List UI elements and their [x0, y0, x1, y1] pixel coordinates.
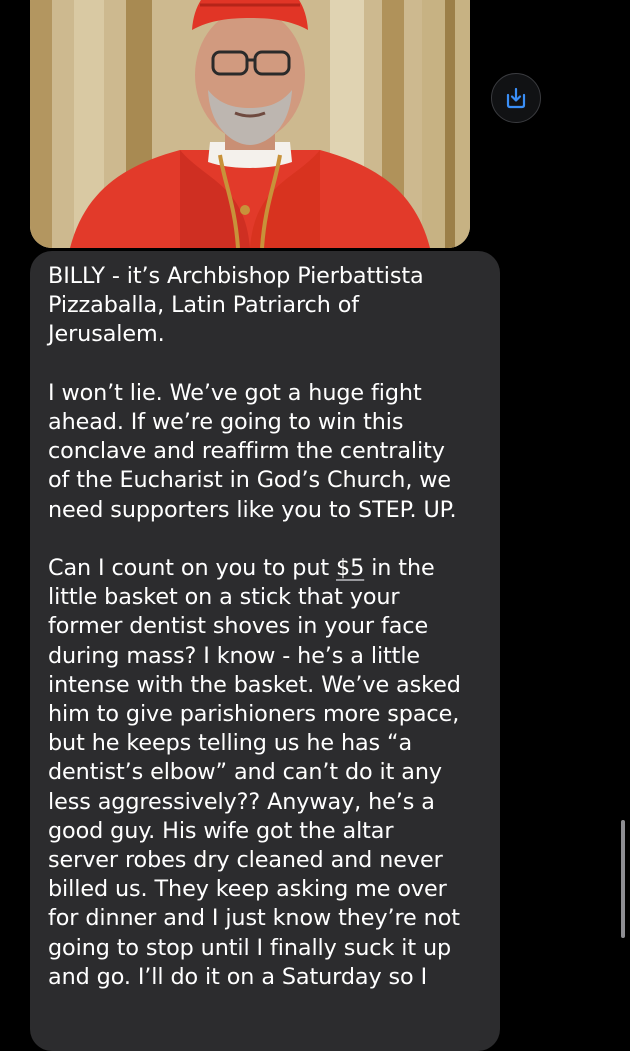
- cardinal-photo: [30, 0, 470, 248]
- message-bubble[interactable]: BILLY - it’s Archbishop Pierbattista Piz…: [30, 251, 500, 1051]
- donation-amount-link[interactable]: $5: [336, 555, 364, 581]
- photo-attachment[interactable]: [30, 0, 470, 248]
- save-download-button[interactable]: [491, 73, 541, 123]
- ask-text-before-link: Can I count on you to put: [48, 555, 337, 581]
- message-paragraph-ask: Can I count on you to put $5 in the litt…: [48, 554, 482, 992]
- scrollbar[interactable]: [621, 820, 625, 938]
- save-download-icon: [506, 87, 526, 109]
- message-paragraph-fight: I won’t lie. We’ve got a huge fight ahea…: [48, 379, 457, 523]
- ask-text-after-link: in the little basket on a stick that you…: [48, 555, 461, 990]
- message-paragraph-intro: BILLY - it’s Archbishop Pierbattista Piz…: [48, 263, 424, 348]
